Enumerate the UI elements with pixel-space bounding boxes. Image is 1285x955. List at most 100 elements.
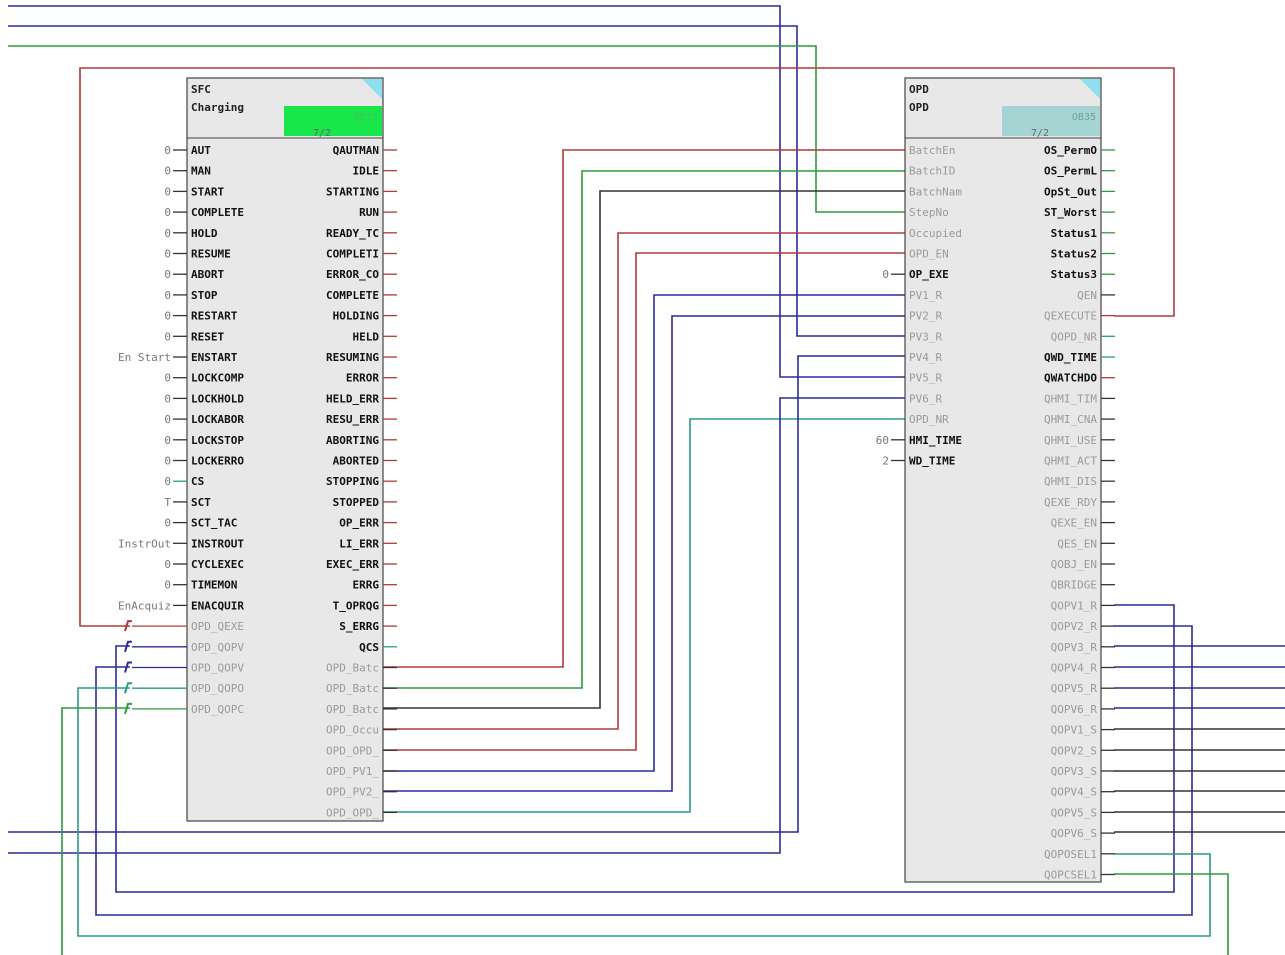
opd-input-pv6-r[interactable]: PV6_R — [909, 392, 942, 405]
sfc-block[interactable]: SFC Charging OB35 7/2 AUT 0 MAN 0 START 0 COMP… — [118, 77, 397, 822]
sfc-input-opd-qopv[interactable]: OPD_QOPV — [191, 641, 244, 654]
sfc-input-lockhold[interactable]: LOCKHOLD — [191, 392, 244, 405]
sfc-input-enstart[interactable]: ENSTART — [191, 351, 238, 364]
sfc-input-value-start[interactable]: 0 — [164, 185, 171, 198]
opd-output-qopv5-r[interactable]: QOPV5_R — [1051, 682, 1098, 695]
sfc-output-error[interactable]: ERROR — [346, 372, 379, 385]
opd-input-value-op-exe[interactable]: 0 — [882, 268, 889, 281]
opd-output-qopv1-r[interactable]: QOPV1_R — [1051, 599, 1098, 612]
sfc-input-lockstop[interactable]: LOCKSTOP — [191, 434, 244, 447]
opd-block[interactable]: OPD OPD OB35 7/2 BatchEn BatchID BatchNam S… — [876, 77, 1115, 883]
sfc-output-completi[interactable]: COMPLETI — [326, 248, 379, 261]
sfc-input-value-sct-tac[interactable]: 0 — [164, 517, 171, 530]
sfc-input-value-cyclexec[interactable]: 0 — [164, 558, 171, 571]
sfc-input-cyclexec[interactable]: CYCLEXEC — [191, 558, 244, 571]
sfc-output-stopping[interactable]: STOPPING — [326, 475, 379, 488]
sfc-input-reset[interactable]: RESET — [191, 330, 224, 343]
sfc-output-li-err[interactable]: LI_ERR — [339, 537, 379, 550]
sfc-input-value-hold[interactable]: 0 — [164, 227, 171, 240]
sfc-input-timemon[interactable]: TIMEMON — [191, 579, 237, 592]
sfc-output-holding[interactable]: HOLDING — [333, 310, 380, 323]
sfc-output-starting[interactable]: STARTING — [326, 185, 379, 198]
opd-output-qopv3-s[interactable]: QOPV3_S — [1051, 765, 1097, 778]
sfc-input-lockabor[interactable]: LOCKABOR — [191, 413, 244, 426]
sfc-input-value-man[interactable]: 0 — [164, 165, 171, 178]
opd-input-wd-time[interactable]: WD_TIME — [909, 455, 955, 468]
sfc-output-opd-batc[interactable]: OPD_Batc — [326, 662, 379, 675]
sfc-input-value-timemon[interactable]: 0 — [164, 579, 171, 592]
sfc-input-opd-qopv[interactable]: OPD_QOPV — [191, 662, 244, 675]
sfc-input-value-restart[interactable]: 0 — [164, 310, 171, 323]
sfc-input-value-enstart[interactable]: En Start — [118, 351, 171, 364]
sfc-input-start[interactable]: START — [191, 185, 224, 198]
sfc-input-value-lockcomp[interactable]: 0 — [164, 372, 171, 385]
opd-output-st-worst[interactable]: ST_Worst — [1044, 206, 1097, 219]
sfc-input-value-resume[interactable]: 0 — [164, 248, 171, 261]
sfc-output-opd-pv2[interactable]: OPD_PV2_ — [326, 786, 379, 799]
opd-output-status1[interactable]: Status1 — [1051, 227, 1098, 240]
opd-input-value-hmi-time[interactable]: 60 — [876, 434, 889, 447]
opd-output-qopv3-r[interactable]: QOPV3_R — [1051, 641, 1098, 654]
wire-pv2[interactable] — [383, 315, 905, 792]
sfc-input-value-lockerro[interactable]: 0 — [164, 455, 171, 468]
sfc-output-resu-err[interactable]: RESU_ERR — [326, 413, 379, 426]
opd-input-op-exe[interactable]: OP_EXE — [909, 268, 949, 281]
sfc-output-opd-occu[interactable]: OPD_Occu — [326, 724, 379, 737]
opd-input-pv1-r[interactable]: PV1_R — [909, 289, 942, 302]
sfc-input-value-lockhold[interactable]: 0 — [164, 392, 171, 405]
sfc-output-qcs[interactable]: QCS — [359, 641, 379, 654]
sfc-output-error-co[interactable]: ERROR_CO — [326, 268, 379, 281]
opd-output-os-permo[interactable]: OS_PermO — [1044, 144, 1097, 157]
sfc-input-value-enacquir[interactable]: EnAcquiz — [118, 599, 171, 612]
sfc-input-value-lockabor[interactable]: 0 — [164, 413, 171, 426]
sfc-output-run[interactable]: RUN — [359, 206, 379, 219]
wire-opd-nr[interactable] — [383, 418, 905, 813]
sfc-input-value-abort[interactable]: 0 — [164, 268, 171, 281]
opd-input-pv3-r[interactable]: PV3_R — [909, 330, 942, 343]
opd-output-qes-en[interactable]: QES_EN — [1057, 537, 1097, 550]
opd-output-qopv6-r[interactable]: QOPV6_R — [1051, 703, 1098, 716]
sfc-input-opd-qopc[interactable]: OPD_QOPC — [191, 703, 244, 716]
sfc-output-exec-err[interactable]: EXEC_ERR — [326, 558, 379, 571]
sfc-output-aborting[interactable]: ABORTING — [326, 434, 379, 447]
opd-input-batchid[interactable]: BatchID — [909, 165, 955, 178]
wire-pv1[interactable] — [383, 294, 905, 772]
opd-input-stepno[interactable]: StepNo — [909, 206, 949, 219]
sfc-input-value-sct[interactable]: T — [164, 496, 171, 509]
wire-occupied[interactable] — [383, 232, 905, 730]
opd-output-qopv2-r[interactable]: QOPV2_R — [1051, 620, 1098, 633]
opd-output-os-perml[interactable]: OS_PermL — [1044, 165, 1097, 178]
opd-output-qopd-nr[interactable]: QOPD_NR — [1051, 330, 1098, 343]
sfc-input-instrout[interactable]: INSTROUT — [191, 537, 244, 550]
opd-output-qhmi-tim[interactable]: QHMI_TIM — [1044, 392, 1097, 405]
wire-top-green-to-stepno[interactable] — [8, 45, 905, 213]
sfc-input-opd-qopo[interactable]: OPD_QOPO — [191, 682, 244, 695]
sfc-input-sct-tac[interactable]: SCT_TAC — [191, 517, 237, 530]
sfc-input-value-reset[interactable]: 0 — [164, 330, 171, 343]
opd-output-qhmi-dis[interactable]: QHMI_DIS — [1044, 475, 1097, 488]
sfc-input-restart[interactable]: RESTART — [191, 310, 238, 323]
sfc-output-errg[interactable]: ERRG — [353, 579, 380, 592]
sfc-input-lockcomp[interactable]: LOCKCOMP — [191, 372, 244, 385]
opd-output-qopv4-s[interactable]: QOPV4_S — [1051, 786, 1097, 799]
sfc-output-opd-batc[interactable]: OPD_Batc — [326, 703, 379, 716]
opd-output-qopv1-s[interactable]: QOPV1_S — [1051, 724, 1097, 737]
opd-output-qen[interactable]: QEN — [1077, 289, 1097, 302]
sfc-output-held[interactable]: HELD — [353, 330, 380, 343]
opd-input-opd-en[interactable]: OPD_EN — [909, 248, 949, 261]
sfc-output-t-oprqg[interactable]: T_OPRQG — [333, 599, 380, 612]
opd-input-pv4-r[interactable]: PV4_R — [909, 351, 942, 364]
opd-output-status3[interactable]: Status3 — [1051, 268, 1097, 281]
sfc-input-stop[interactable]: STOP — [191, 289, 218, 302]
sfc-input-value-cs[interactable]: 0 — [164, 475, 171, 488]
sfc-input-lockerro[interactable]: LOCKERRO — [191, 455, 244, 468]
opd-output-qwd-time[interactable]: QWD_TIME — [1044, 351, 1097, 364]
opd-output-qopcsel1[interactable]: QOPCSEL1 — [1044, 869, 1097, 882]
sfc-input-value-lockstop[interactable]: 0 — [164, 434, 171, 447]
sfc-input-value-complete[interactable]: 0 — [164, 206, 171, 219]
opd-output-qopv6-s[interactable]: QOPV6_S — [1051, 827, 1097, 840]
opd-output-qexe-en[interactable]: QEXE_EN — [1051, 517, 1097, 530]
opd-input-batchen[interactable]: BatchEn — [909, 144, 955, 157]
sfc-output-complete[interactable]: COMPLETE — [326, 289, 379, 302]
sfc-output-ready-tc[interactable]: READY_TC — [326, 227, 379, 240]
